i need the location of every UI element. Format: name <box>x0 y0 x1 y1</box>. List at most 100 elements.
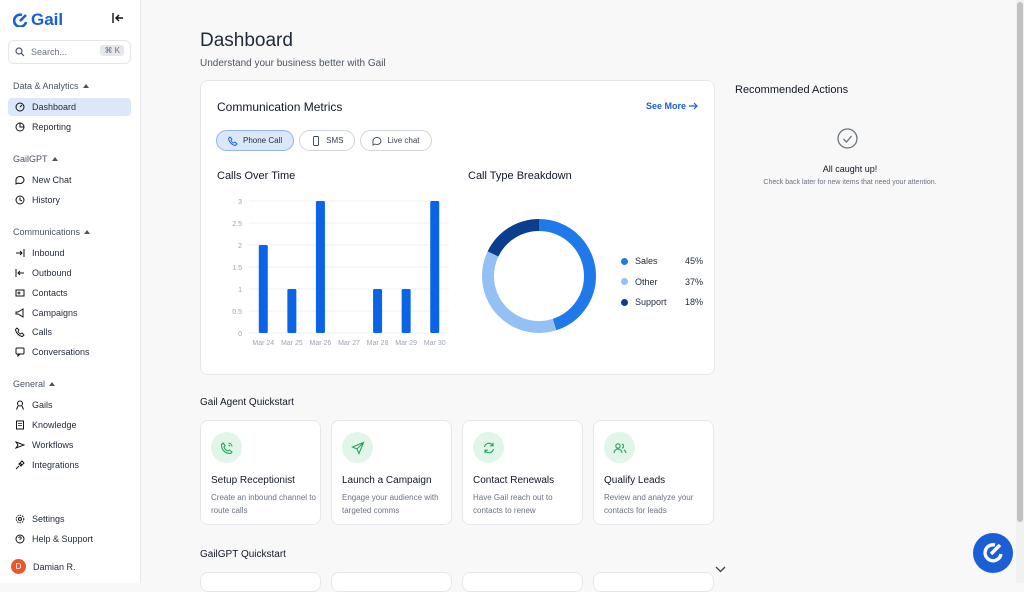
arrow-right-icon <box>689 102 698 110</box>
quickstart-card-leads[interactable]: Qualify Leads Review and analyze your co… <box>593 420 714 525</box>
collapse-sidebar-icon[interactable] <box>112 12 124 24</box>
call-type-donut-chart <box>482 219 596 333</box>
see-more-label: See More <box>645 101 686 111</box>
section-label: Data & Analytics <box>13 81 79 91</box>
caret-up-icon <box>82 84 89 88</box>
quickstart-card-receptionist[interactable]: Setup Receptionist Create an inbound cha… <box>200 420 321 525</box>
sidebar-item-history[interactable]: History <box>8 191 131 209</box>
legend-value: 18% <box>684 297 703 308</box>
gail-logo[interactable]: Gail <box>13 10 63 30</box>
sidebar-item-help[interactable]: Help & Support <box>8 530 131 548</box>
metrics-card: Communication Metrics See More Phone Cal… <box>200 80 715 375</box>
x-tick-label: Mar 26 <box>310 340 332 347</box>
caret-up-icon <box>49 382 56 386</box>
page-title: Dashboard <box>200 30 293 51</box>
quickstart-card-desc: Engage your audience with targeted comms <box>342 493 439 515</box>
legend-item: Support 18% <box>621 292 703 313</box>
sidebar-item-dashboard[interactable]: Dashboard <box>8 98 131 116</box>
legend-item: Other 37% <box>621 272 703 293</box>
scrollbar-thumb[interactable] <box>1017 2 1023 522</box>
quickstart-card-desc: Create an inbound channel to route calls <box>211 493 316 515</box>
tab-sms[interactable]: SMS <box>299 130 356 151</box>
agent-icon <box>16 400 24 410</box>
x-tick-label: Mar 30 <box>424 340 446 347</box>
user-menu[interactable]: D Damian R. <box>11 559 76 574</box>
section-data-analytics[interactable]: Data & Analytics <box>13 81 89 91</box>
quickstart-card-campaign[interactable]: Launch a Campaign Engage your audience w… <box>331 420 452 525</box>
tab-live-chat[interactable]: Live chat <box>360 130 432 151</box>
sidebar-item-label: New Chat <box>32 175 72 185</box>
legend-dot <box>621 257 628 265</box>
bar[interactable] <box>258 245 268 333</box>
gpt-quickstart-card[interactable] <box>200 572 321 592</box>
avatar: D <box>11 559 26 574</box>
sidebar-item-workflows[interactable]: Workflows <box>8 436 131 454</box>
search-input[interactable]: Search... ⌘ K <box>8 40 131 64</box>
sidebar-item-label: Dashboard <box>32 102 77 112</box>
scrollbar[interactable] <box>1016 0 1024 583</box>
bar[interactable] <box>430 201 440 333</box>
section-gailgpt[interactable]: GailGPT <box>13 154 58 164</box>
legend-dot <box>621 278 628 286</box>
sidebar-item-label: Conversations <box>32 347 90 357</box>
workflow-icon <box>15 441 25 449</box>
caught-up-message: Check back later for new items that need… <box>763 179 937 186</box>
x-tick-label: Mar 24 <box>252 340 274 347</box>
quickstart-card-title: Launch a Campaign <box>342 475 432 486</box>
sidebar-item-label: Outbound <box>32 268 72 278</box>
phone-icon <box>228 135 238 146</box>
sidebar-item-new-chat[interactable]: New Chat <box>8 171 131 189</box>
sidebar-item-label: Campaigns <box>32 308 78 318</box>
sidebar-item-knowledge[interactable]: Knowledge <box>8 416 131 434</box>
gpt-quickstart-title: GailGPT Quickstart <box>200 549 286 560</box>
phone-ring-icon <box>211 432 242 463</box>
quickstart-card-desc: Review and analyze your contacts for lea… <box>604 493 694 515</box>
bar[interactable] <box>287 289 297 333</box>
legend-label: Support <box>635 297 667 308</box>
section-general[interactable]: General <box>13 379 56 389</box>
sidebar-item-label: Workflows <box>32 440 74 450</box>
quickstart-card-title: Qualify Leads <box>604 475 666 486</box>
sidebar-item-campaigns[interactable]: Campaigns <box>8 304 131 322</box>
quickstart-card-renewals[interactable]: Contact Renewals Have Gail reach out to … <box>462 420 583 525</box>
bar[interactable] <box>373 289 383 333</box>
arrow-in-icon <box>16 249 25 257</box>
bar[interactable] <box>401 289 411 333</box>
logo-text: Gail <box>31 10 64 29</box>
legend-item: Sales 45% <box>621 251 703 272</box>
x-tick-label: Mar 25 <box>281 340 303 347</box>
sidebar-item-conversations[interactable]: Conversations <box>8 343 131 361</box>
quickstart-card-title: Contact Renewals <box>473 475 555 486</box>
gpt-quickstart-card[interactable] <box>593 572 714 592</box>
see-more-link[interactable]: See More <box>646 101 698 111</box>
recommended-title: Recommended Actions <box>735 84 849 96</box>
gail-logo-icon <box>13 13 28 27</box>
gpt-quickstart-card[interactable] <box>462 572 583 592</box>
legend-value: 45% <box>684 256 703 267</box>
phone-icon <box>15 327 25 337</box>
sidebar-item-calls[interactable]: Calls <box>8 323 131 341</box>
sidebar-item-contacts[interactable]: Contacts <box>8 284 131 302</box>
section-communications[interactable]: Communications <box>13 227 91 237</box>
sidebar-item-reporting[interactable]: Reporting <box>8 118 131 136</box>
sidebar-item-inbound[interactable]: Inbound <box>8 244 131 262</box>
gpt-quickstart-card[interactable] <box>331 572 452 592</box>
sidebar-item-outbound[interactable]: Outbound <box>8 264 131 282</box>
sidebar-item-label: Gails <box>32 400 53 410</box>
bar[interactable] <box>315 201 325 333</box>
gail-assistant-button[interactable] <box>973 533 1013 573</box>
section-label: General <box>13 379 46 389</box>
sidebar-item-integrations[interactable]: Integrations <box>8 456 131 474</box>
sidebar-item-settings[interactable]: Settings <box>8 510 131 528</box>
scroll-down-chevron-icon[interactable] <box>715 566 726 573</box>
tab-label: Live chat <box>387 136 420 145</box>
mobile-icon <box>313 135 320 146</box>
tab-phone-call[interactable]: Phone Call <box>216 130 295 151</box>
y-tick-label: 1 <box>238 287 242 294</box>
clock-icon <box>15 195 25 205</box>
donut-chart-title: Call Type Breakdown <box>468 170 572 182</box>
x-tick-label: Mar 27 <box>338 340 360 347</box>
sidebar-item-label: Integrations <box>32 460 80 470</box>
sidebar-item-label: History <box>32 195 61 205</box>
sidebar-item-gails[interactable]: Gails <box>8 396 131 414</box>
